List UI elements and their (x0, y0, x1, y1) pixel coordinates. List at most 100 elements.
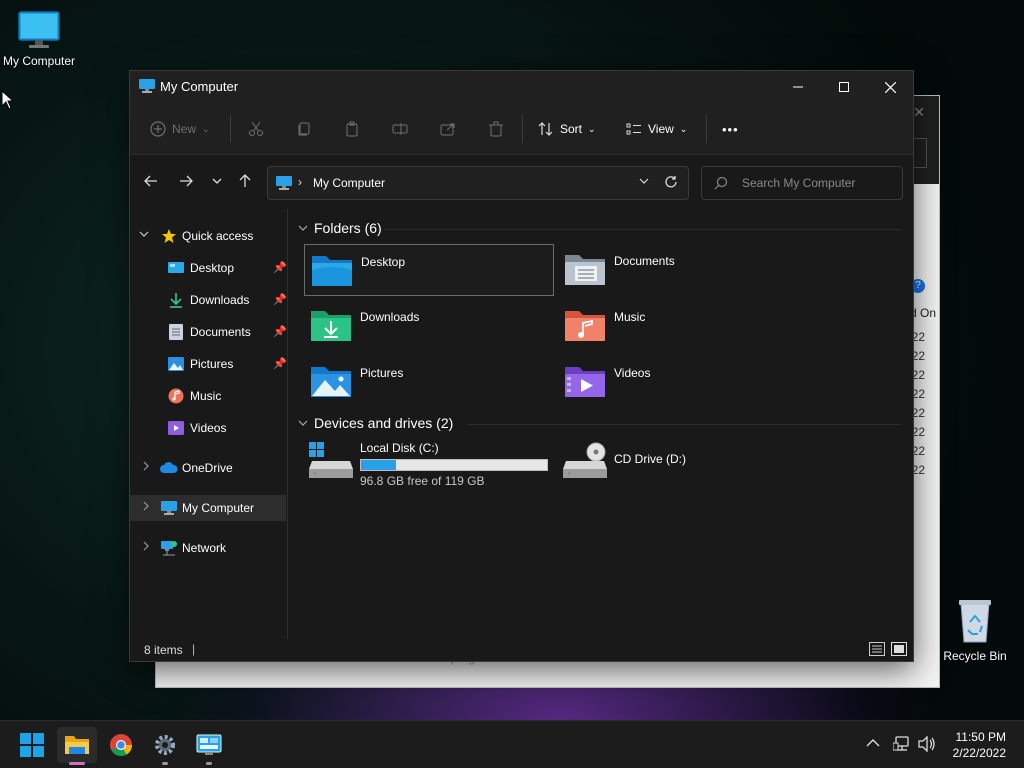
desktop-icon-recycle-bin[interactable]: Recycle Bin (942, 598, 1008, 663)
music-icon (168, 388, 184, 404)
pin-icon[interactable]: 📌 (273, 357, 287, 370)
rename-button[interactable] (392, 119, 408, 139)
chevron-right-icon[interactable] (141, 460, 151, 474)
new-button[interactable]: New ⌄ (150, 119, 210, 139)
title-bar[interactable]: My Computer (130, 71, 913, 103)
clock[interactable]: 11:50 PM 2/22/2022 (953, 729, 1006, 761)
view-list-icon (626, 123, 641, 135)
sidebar-item-label: Network (182, 541, 227, 555)
show-hidden-icons-button[interactable] (866, 737, 880, 752)
sidebar-item-quick-access[interactable]: Quick access (130, 223, 286, 249)
sidebar-item-label: Documents (190, 325, 251, 339)
back-button[interactable] (144, 174, 158, 192)
address-dropdown-icon[interactable] (638, 175, 650, 190)
sidebar-item-my-computer[interactable]: My Computer (130, 495, 286, 521)
chevron-down-icon[interactable] (139, 228, 149, 242)
share-button[interactable] (440, 119, 456, 139)
sidebar-item-network[interactable]: Network (130, 535, 286, 561)
search-box[interactable]: Search My Computer (701, 166, 903, 200)
folder-tile-videos[interactable]: Videos (558, 356, 808, 408)
taskbar-file-explorer[interactable] (57, 727, 97, 765)
chevron-right-icon[interactable] (141, 540, 151, 554)
folder-tile-desktop[interactable]: Desktop (304, 244, 554, 296)
sidebar-item-downloads[interactable]: Downloads 📌 (130, 287, 287, 313)
recycle-bin-icon (959, 600, 991, 643)
folder-tile-pictures[interactable]: Pictures (304, 356, 554, 408)
copy-button[interactable] (296, 119, 312, 139)
file-explorer-window[interactable]: My Computer New ⌄ Sort ⌄ View ⌄ ••• › My… (129, 70, 914, 662)
drives-group-header[interactable]: Devices and drives (2) (298, 415, 453, 431)
arrow-up-icon (239, 174, 251, 187)
chevron-right-icon[interactable] (141, 500, 151, 514)
cut-button[interactable] (248, 119, 264, 139)
monitor-icon (276, 176, 292, 190)
background-window-panel (913, 138, 927, 168)
pin-icon[interactable]: 📌 (273, 325, 287, 338)
sidebar-item-desktop[interactable]: Desktop 📌 (130, 255, 287, 281)
folder-tile-music[interactable]: Music (558, 300, 808, 352)
active-app-indicator (69, 762, 85, 765)
breadcrumb[interactable]: My Computer (313, 176, 385, 190)
drive-tile-local-disk[interactable]: Local Disk (C:) 96.8 GB free of 119 GB (304, 437, 558, 493)
drive-tile-cd-drive[interactable]: CD Drive (D:) (558, 437, 812, 493)
drive-label: Local Disk (C:) (360, 441, 439, 455)
command-bar: New ⌄ Sort ⌄ View ⌄ ••• (130, 103, 913, 155)
group-title: Devices and drives (2) (314, 415, 454, 431)
folder-tile-downloads[interactable]: Downloads (304, 300, 554, 352)
sidebar-item-videos[interactable]: Videos (130, 415, 286, 441)
sidebar-item-music[interactable]: Music (130, 383, 286, 409)
desktop-folder-icon (312, 256, 352, 286)
divider (468, 424, 901, 425)
maximize-button[interactable] (821, 71, 867, 103)
folder-label: Videos (614, 366, 651, 380)
new-label: New (172, 122, 197, 136)
search-input[interactable]: Search My Computer (742, 176, 855, 190)
monitor-icon (18, 11, 60, 48)
minimize-button[interactable] (775, 71, 821, 103)
address-bar[interactable]: › My Computer (267, 166, 689, 200)
network-status-button[interactable] (892, 736, 911, 755)
large-icons-view-button[interactable] (891, 642, 907, 659)
rename-icon (392, 123, 408, 135)
pictures-icon (168, 357, 184, 371)
recent-locations-button[interactable] (211, 174, 223, 192)
pin-icon[interactable]: 📌 (273, 261, 287, 274)
taskbar-settings[interactable] (145, 727, 185, 765)
taskbar-control-panel[interactable] (189, 727, 229, 765)
taskbar-chrome[interactable] (101, 727, 141, 763)
desktop-folder-icon (168, 262, 184, 273)
sidebar-item-onedrive[interactable]: OneDrive (130, 455, 286, 481)
downloads-folder-icon (311, 311, 351, 341)
forward-button[interactable] (179, 174, 193, 192)
content-pane: Folders (6) Desktop Documents Downloads … (292, 209, 913, 639)
sidebar-item-label: Videos (190, 421, 227, 435)
volume-button[interactable] (918, 735, 936, 755)
view-button[interactable]: View ⌄ (626, 119, 687, 139)
more-options-button[interactable]: ••• (722, 119, 739, 139)
sidebar-item-label: OneDrive (182, 461, 233, 475)
folders-group-header[interactable]: Folders (6) (298, 220, 382, 236)
details-view-button[interactable] (869, 642, 885, 659)
close-button[interactable] (867, 71, 913, 103)
desktop-icon-my-computer[interactable]: My Computer (0, 10, 79, 68)
start-button[interactable] (12, 727, 52, 763)
arrow-left-icon (144, 175, 157, 187)
sidebar-item-documents[interactable]: Documents 📌 (130, 319, 287, 345)
up-button[interactable] (238, 174, 252, 192)
close-icon[interactable]: ✕ (913, 104, 925, 121)
refresh-button[interactable] (664, 175, 678, 192)
paste-button[interactable] (344, 119, 360, 139)
drive-free-space: 96.8 GB free of 119 GB (360, 474, 485, 488)
delete-button[interactable] (488, 119, 504, 139)
navigation-pane: Quick access Desktop 📌 Downloads 📌 Docum… (130, 209, 288, 639)
sidebar-item-label: My Computer (182, 501, 255, 515)
gear-icon (155, 735, 175, 755)
star-icon (162, 229, 176, 243)
sort-label: Sort (560, 122, 583, 136)
trash-icon (489, 121, 503, 137)
hard-drive-windows-icon (309, 442, 353, 478)
sidebar-item-pictures[interactable]: Pictures 📌 (130, 351, 287, 377)
pin-icon[interactable]: 📌 (273, 293, 287, 306)
folder-tile-documents[interactable]: Documents (558, 244, 808, 296)
sort-button[interactable]: Sort ⌄ (538, 119, 596, 139)
